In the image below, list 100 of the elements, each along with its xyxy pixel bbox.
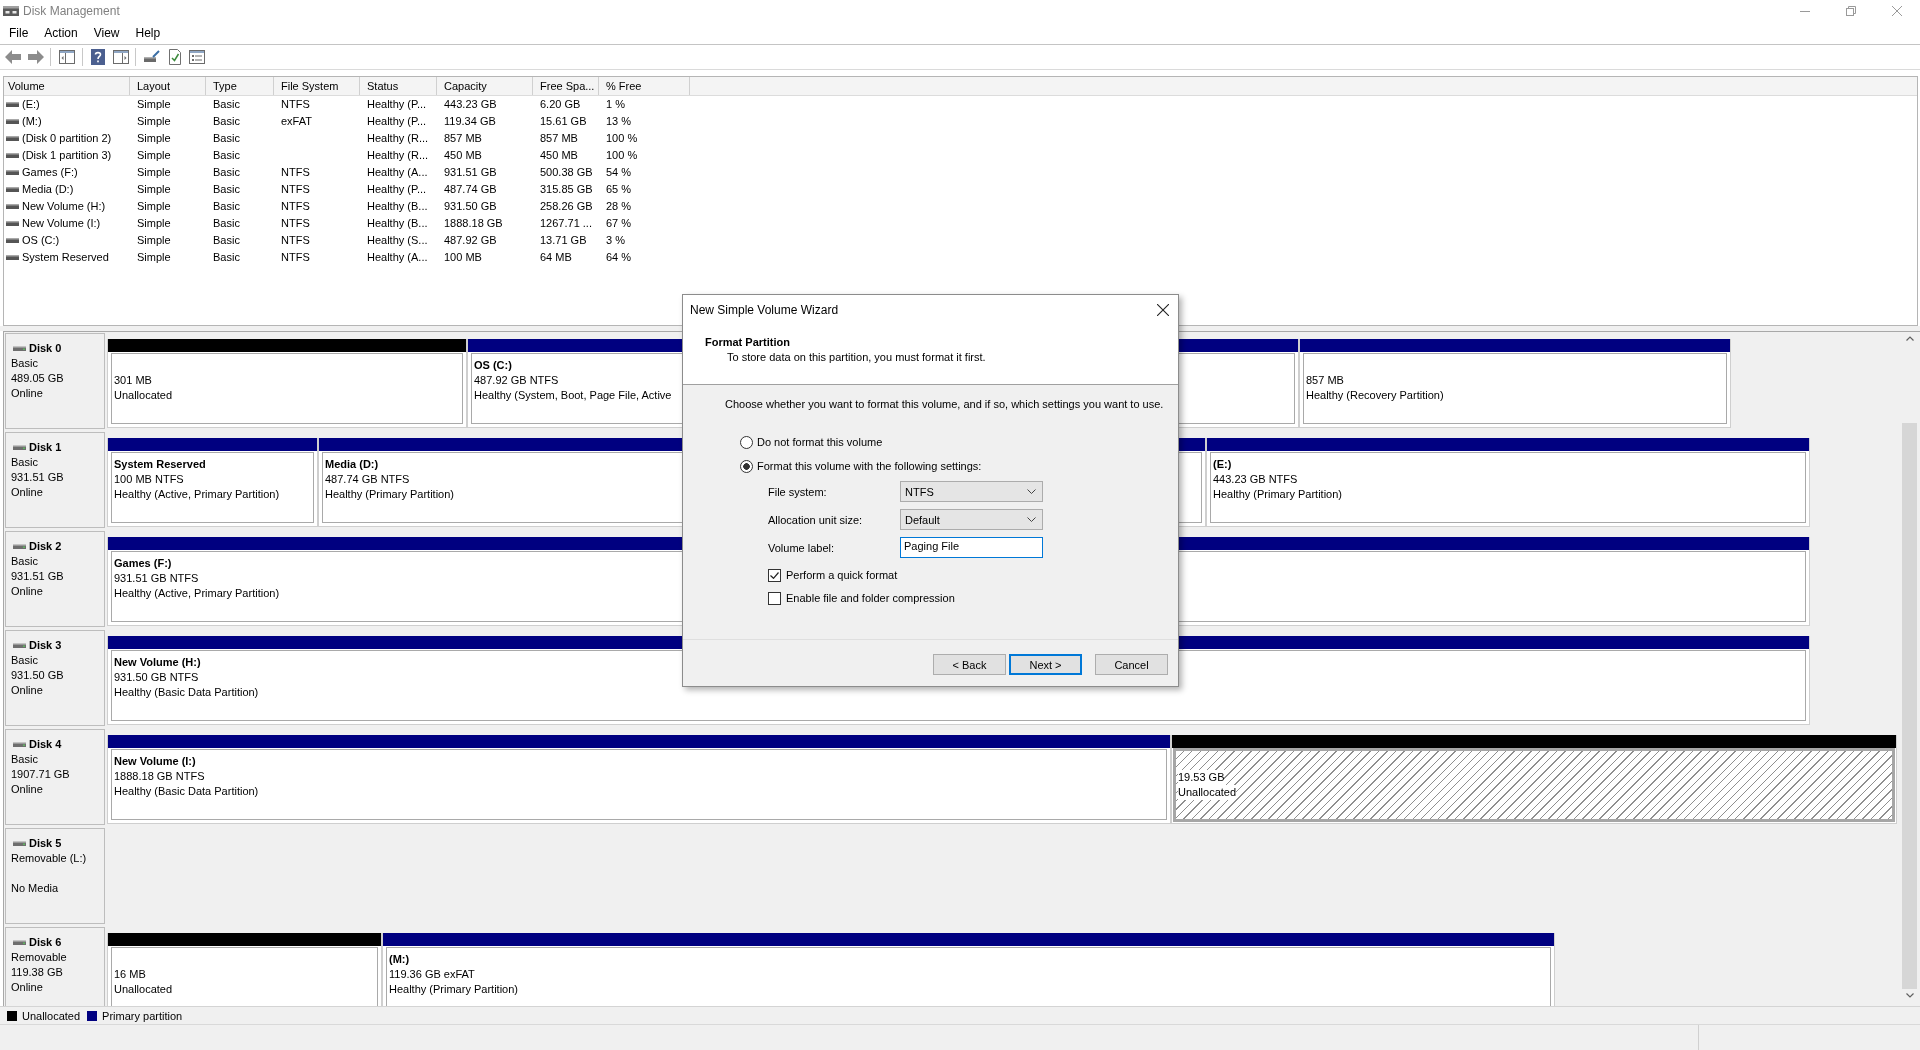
instruction-text: Choose whether you want to format this volume, and if so, which settings you want to use. [725, 397, 1164, 411]
disk-type: Removable (L:) [11, 851, 87, 866]
table-cell-text: NTFS [280, 250, 311, 265]
table-cell-text: NTFS [280, 216, 311, 231]
table-cell-text: Healthy (P... [366, 182, 428, 197]
disk-name: Disk 1 [29, 440, 62, 455]
table-cell-text: 67 % [605, 216, 633, 231]
table-cell-text: NTFS [280, 233, 311, 248]
partition-size: 16 MB [114, 967, 146, 982]
disk-capacity: 119.38 GB [11, 965, 63, 980]
table-cell-text: 1267.71 ... [539, 216, 593, 231]
disk-type: Basic [11, 653, 38, 668]
disk-name: Disk 0 [29, 341, 62, 356]
disk-name: Disk 2 [29, 539, 62, 554]
partition-size: 301 MB [114, 373, 152, 388]
table-cell-text: 13 % [605, 114, 633, 129]
table-cell-text: 500.38 GB [539, 165, 594, 180]
disk-name: Disk 5 [29, 836, 62, 851]
table-cell-text: 1 % [605, 97, 626, 112]
table-cell-text: Healthy (B... [366, 199, 429, 214]
table-cell-text: 6.20 GB [539, 97, 582, 112]
table-cell-text: Basic [212, 182, 241, 197]
table-cell-text: Healthy (P... [366, 114, 428, 129]
table-cell-text: Simple [136, 131, 172, 146]
table-cell-text: Basic [212, 131, 241, 146]
partition-size: 931.51 GB NTFS [114, 571, 199, 586]
window-title: Disk Management [23, 4, 120, 18]
table-cell-text: 100 MB [443, 250, 483, 265]
table-cell-text: exFAT [280, 114, 313, 129]
partition-status: Unallocated [1178, 785, 1237, 800]
table-cell-text: 119.34 GB [443, 114, 497, 129]
table-cell-text: 64 % [605, 250, 633, 265]
table-cell-text: OS (C:) [22, 233, 60, 248]
dialog-subheading: To store data on this partition, you must format it first. [727, 350, 986, 365]
table-cell-text: Healthy (R... [366, 131, 430, 146]
partition-status: Healthy (Basic Data Partition) [114, 685, 259, 700]
partition-status: Healthy (Active, Primary Partition) [114, 487, 280, 502]
disk-status: No Media [11, 881, 59, 896]
table-cell-text: Basic [212, 199, 241, 214]
table-cell-text: Healthy (A... [366, 250, 429, 265]
partition-status: Unallocated [114, 982, 173, 997]
field-label: Volume label: [768, 541, 836, 554]
table-cell-text: (M:) [22, 114, 42, 129]
table-cell-text: 443.23 GB [443, 97, 498, 112]
partition-name: OS (C:) [474, 358, 512, 373]
legend-label: Unallocated [22, 1009, 81, 1022]
partition-size: 487.92 GB NTFS [474, 373, 559, 388]
table-cell-text: New Volume (H:) [22, 199, 106, 214]
field-label: File system: [768, 485, 828, 498]
partition-size: 857 MB [1306, 373, 1344, 388]
disk-capacity: 1907.71 GB [11, 767, 70, 782]
disk-name: Disk 3 [29, 638, 62, 653]
table-cell-text: Simple [136, 199, 172, 214]
partition-name: System Reserved [114, 457, 206, 472]
table-cell-text: New Volume (I:) [22, 216, 101, 231]
table-cell-text: Healthy (S... [366, 233, 429, 248]
table-cell-text: 64 MB [539, 250, 573, 265]
partition-name: (M:) [389, 952, 410, 967]
partition-size: 119.36 GB exFAT [389, 967, 475, 982]
table-cell-text: 1888.18 GB [443, 216, 504, 231]
partition-size: 931.50 GB NTFS [114, 670, 199, 685]
table-cell-text: (E:) [22, 97, 40, 112]
table-cell-text: 100 % [605, 131, 639, 146]
table-cell-text: Simple [136, 165, 172, 180]
dialog-title: New Simple Volume Wizard [690, 303, 839, 317]
table-cell-text: 65 % [605, 182, 633, 197]
partition-status: Healthy (Active, Primary Partition) [114, 586, 280, 601]
table-cell-text: 15.61 GB [539, 114, 588, 129]
disk-type: Basic [11, 356, 38, 371]
partition-status: Healthy (Basic Data Partition) [114, 784, 259, 799]
table-cell-text: Media (D:) [22, 182, 74, 197]
table-cell-text: Healthy (A... [366, 165, 429, 180]
legend-label: Primary partition [102, 1009, 183, 1022]
table-cell-text: 857 MB [443, 131, 483, 146]
dialog-heading: Format Partition [705, 335, 790, 350]
table-cell-text: NTFS [280, 182, 311, 197]
table-cell-text: 450 MB [539, 148, 579, 163]
radio-label: Format this volume with the following settings: [757, 460, 982, 472]
table-cell-text: System Reserved [22, 250, 109, 265]
table-cell-text: Games (F:) [22, 165, 78, 180]
disk-capacity: 931.51 GB [11, 470, 64, 485]
table-cell-text: 28 % [605, 199, 633, 214]
partition-size: 487.74 GB NTFS [325, 472, 410, 487]
table-cell-text: 258.26 GB [539, 199, 594, 214]
table-cell-text: Basic [212, 250, 241, 265]
table-cell-text: Simple [136, 148, 172, 163]
table-cell-text: 487.74 GB [443, 182, 498, 197]
table-cell-text: NTFS [280, 199, 311, 214]
table-cell-text: Healthy (P... [366, 97, 428, 112]
partition-status: Unallocated [114, 388, 173, 403]
disk-type: Basic [11, 455, 38, 470]
table-cell-text: 931.50 GB [443, 199, 498, 214]
table-cell-text: 450 MB [443, 148, 483, 163]
disk-name: Disk 6 [29, 935, 62, 950]
checkbox-label: Enable file and folder compression [786, 592, 955, 604]
disk-status: Online [11, 980, 43, 995]
table-cell-text: NTFS [280, 97, 311, 112]
partition-size: 100 MB NTFS [114, 472, 184, 487]
table-cell-text: 3 % [605, 233, 626, 248]
table-cell-text: Basic [212, 148, 241, 163]
